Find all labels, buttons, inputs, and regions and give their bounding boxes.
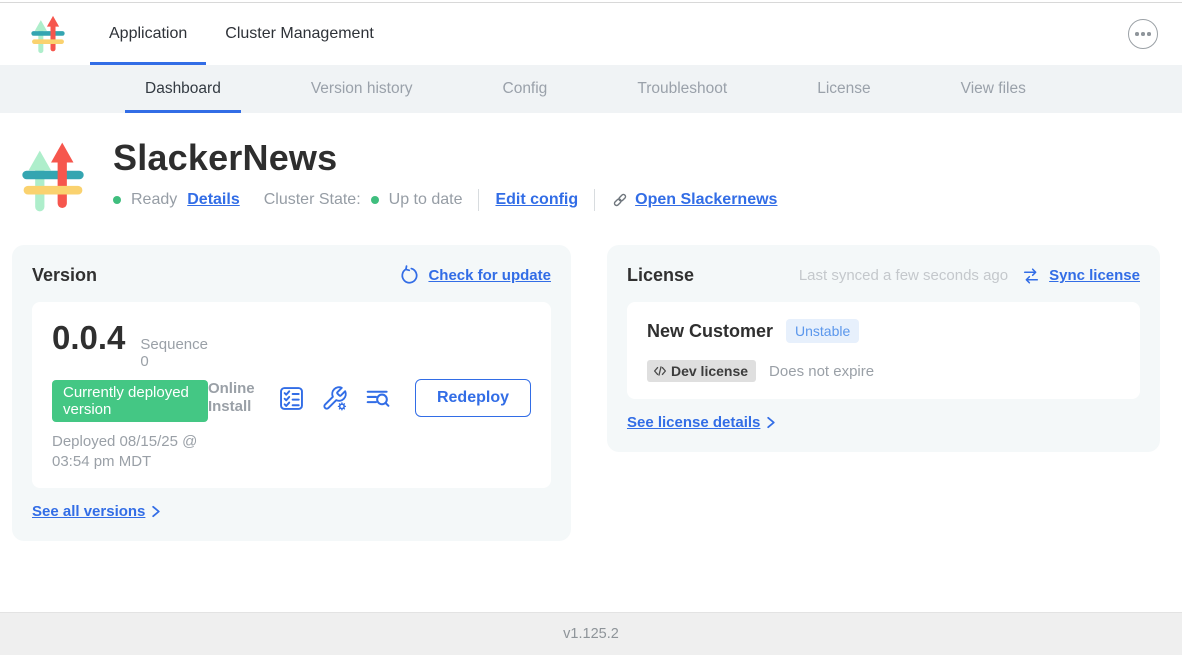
expiry-label: Does not expire — [769, 363, 874, 380]
see-license-details-link[interactable]: See license details — [627, 414, 778, 431]
subnav-tab-config[interactable]: Config — [458, 65, 593, 113]
primary-header: Application Cluster Management — [0, 3, 1182, 65]
tab-cluster-management[interactable]: Cluster Management — [206, 3, 393, 65]
sync-icon — [1021, 266, 1041, 286]
overflow-menu-button[interactable] — [1128, 19, 1158, 49]
license-card-actions: Last synced a few seconds ago Sync licen… — [799, 266, 1140, 286]
sequence-label: Sequence 0 — [140, 336, 208, 370]
license-type-label: Dev license — [671, 363, 748, 379]
slackernews-logo-icon — [30, 3, 66, 65]
cluster-state-label: Cluster State: — [264, 191, 361, 209]
chain-link-icon — [611, 191, 629, 209]
customer-name: New Customer — [647, 321, 773, 342]
version-card: Version Check for update — [12, 245, 571, 541]
tab-application[interactable]: Application — [90, 3, 206, 65]
version-actions: Online Install — [208, 379, 531, 417]
check-for-update-link[interactable]: Check for update — [399, 265, 551, 286]
subnav-tab-troubleshoot[interactable]: Troubleshoot — [592, 65, 772, 113]
divider — [594, 189, 595, 211]
main-content: SlackerNews Ready Details Cluster State:… — [0, 113, 1182, 541]
code-icon — [653, 364, 667, 378]
chevron-right-icon — [763, 415, 778, 430]
app-identity-text: SlackerNews Ready Details Cluster State:… — [113, 137, 777, 217]
sync-license-label: Sync license — [1049, 267, 1140, 284]
cluster-state-dot — [371, 196, 379, 204]
console-version: v1.125.2 — [563, 626, 619, 642]
tab-cluster-management-label: Cluster Management — [225, 25, 374, 43]
subnav-tab-dashboard[interactable]: Dashboard — [100, 65, 266, 113]
app-subnav: Dashboard Version history Config Trouble… — [0, 65, 1182, 113]
license-type-badge: Dev license — [647, 360, 756, 382]
app-identity: SlackerNews Ready Details Cluster State:… — [0, 113, 1182, 217]
version-card-title: Version — [32, 265, 97, 286]
footer: v1.125.2 — [0, 612, 1182, 655]
version-info: 0.0.4 Sequence 0 Currently deployed vers… — [52, 319, 208, 471]
app-title: SlackerNews — [113, 137, 777, 179]
license-card-title: License — [627, 265, 694, 286]
see-all-versions-link[interactable]: See all versions — [32, 503, 163, 520]
license-type-row: Dev license Does not expire — [647, 360, 1120, 382]
version-card-header: Version Check for update — [32, 265, 551, 286]
refresh-icon — [399, 265, 420, 286]
edit-config-link[interactable]: Edit config — [495, 191, 578, 209]
dashboard-cards: Version Check for update — [12, 245, 1160, 541]
app-status-row: Ready Details Cluster State: Up to date … — [113, 189, 777, 211]
license-customer-row: New Customer Unstable — [647, 319, 1120, 343]
sync-license-link[interactable]: Sync license — [1021, 266, 1140, 286]
preflight-checks-icon[interactable] — [278, 385, 305, 412]
ellipsis-icon — [1135, 32, 1139, 36]
cluster-state-value: Up to date — [389, 191, 463, 209]
redeploy-button[interactable]: Redeploy — [415, 379, 531, 417]
slackernews-app-icon — [20, 137, 86, 217]
open-app-label: Open Slackernews — [635, 191, 777, 209]
channel-badge: Unstable — [786, 319, 859, 343]
details-link[interactable]: Details — [187, 191, 239, 209]
deployed-timestamp: Deployed 08/15/25 @ 03:54 pm MDT — [52, 432, 208, 471]
see-all-versions-label: See all versions — [32, 503, 145, 520]
subnav-tab-view-files[interactable]: View files — [916, 65, 1071, 113]
primary-nav: Application Cluster Management — [90, 3, 393, 65]
app-ready-dot — [113, 196, 121, 204]
edit-config-icon[interactable] — [321, 385, 348, 412]
check-for-update-label: Check for update — [428, 267, 551, 284]
deployed-badge: Currently deployed version — [52, 380, 208, 422]
current-version-panel: 0.0.4 Sequence 0 Currently deployed vers… — [32, 302, 551, 488]
last-synced-label: Last synced a few seconds ago — [799, 267, 1008, 284]
subnav-tab-version-history[interactable]: Version history — [266, 65, 458, 113]
page: Application Cluster Management Dashboard… — [0, 0, 1182, 655]
version-number: 0.0.4 — [52, 319, 125, 357]
app-ready-label: Ready — [131, 191, 177, 209]
license-panel: New Customer Unstable — [627, 302, 1140, 399]
tab-application-label: Application — [109, 25, 187, 43]
chevron-right-icon — [148, 504, 163, 519]
install-type-label: Online Install — [208, 380, 262, 416]
license-card: License Last synced a few seconds ago Sy… — [607, 245, 1160, 452]
version-number-row: 0.0.4 Sequence 0 — [52, 319, 208, 370]
view-logs-icon[interactable] — [364, 385, 391, 412]
license-card-header: License Last synced a few seconds ago Sy… — [627, 265, 1140, 286]
see-license-details-label: See license details — [627, 414, 760, 431]
subnav-tab-license[interactable]: License — [772, 65, 915, 113]
open-app-link[interactable]: Open Slackernews — [611, 191, 777, 209]
divider — [478, 189, 479, 211]
